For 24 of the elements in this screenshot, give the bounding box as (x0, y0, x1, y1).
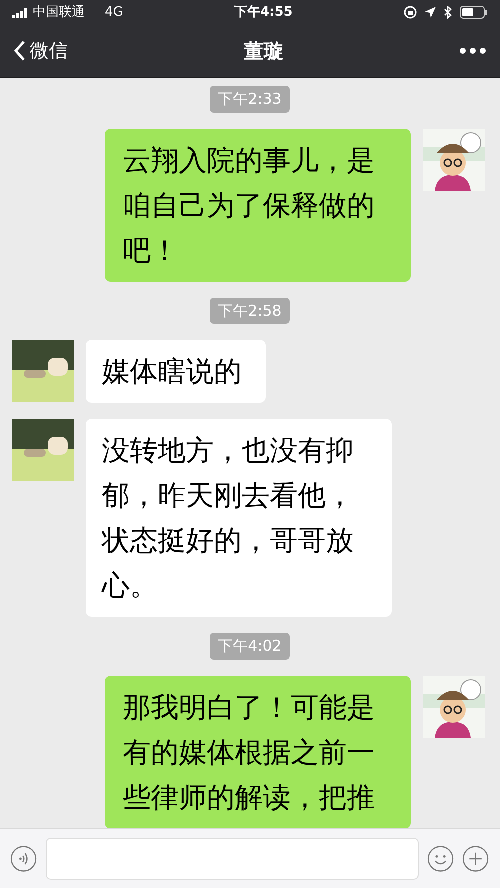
message-bubble: 那我明白了！可能是有的媒体根据之前一些律师的解读，把推 (105, 676, 411, 828)
location-icon (425, 7, 436, 18)
cartoon-avatar[interactable] (423, 676, 485, 738)
signal-icon (12, 8, 29, 18)
more-icon[interactable] (460, 48, 486, 54)
chevron-icon (14, 40, 26, 62)
timestamp: 下午2:33 (210, 86, 290, 112)
message-input[interactable] (46, 838, 419, 880)
carrier-name: 中国联通 (33, 4, 85, 22)
bluetooth-icon (444, 6, 452, 19)
rotation-lock-icon (404, 6, 418, 19)
cartoon-avatar[interactable] (423, 128, 485, 190)
clock-time: 下午4:55 (234, 4, 293, 22)
timestamp: 下午4:02 (210, 633, 290, 660)
photo-avatar[interactable] (12, 419, 74, 481)
battery-icon (460, 6, 488, 19)
message-bubble: 媒体瞎说的 (86, 340, 266, 403)
chat-title: 董璇 (244, 38, 284, 65)
photo-avatar[interactable] (12, 340, 74, 402)
message-bubble: 没转地方，也没有抑郁，昨天刚去看他，状态挺好的，哥哥放心。 (86, 419, 392, 617)
back-button[interactable]: 微信 (14, 36, 68, 66)
timestamp: 下午2:58 (210, 298, 290, 324)
message-bubble: 云翔入院的事儿，是咱自己为了保释做的吧！ (105, 128, 411, 282)
network-type: 4G (105, 4, 124, 22)
